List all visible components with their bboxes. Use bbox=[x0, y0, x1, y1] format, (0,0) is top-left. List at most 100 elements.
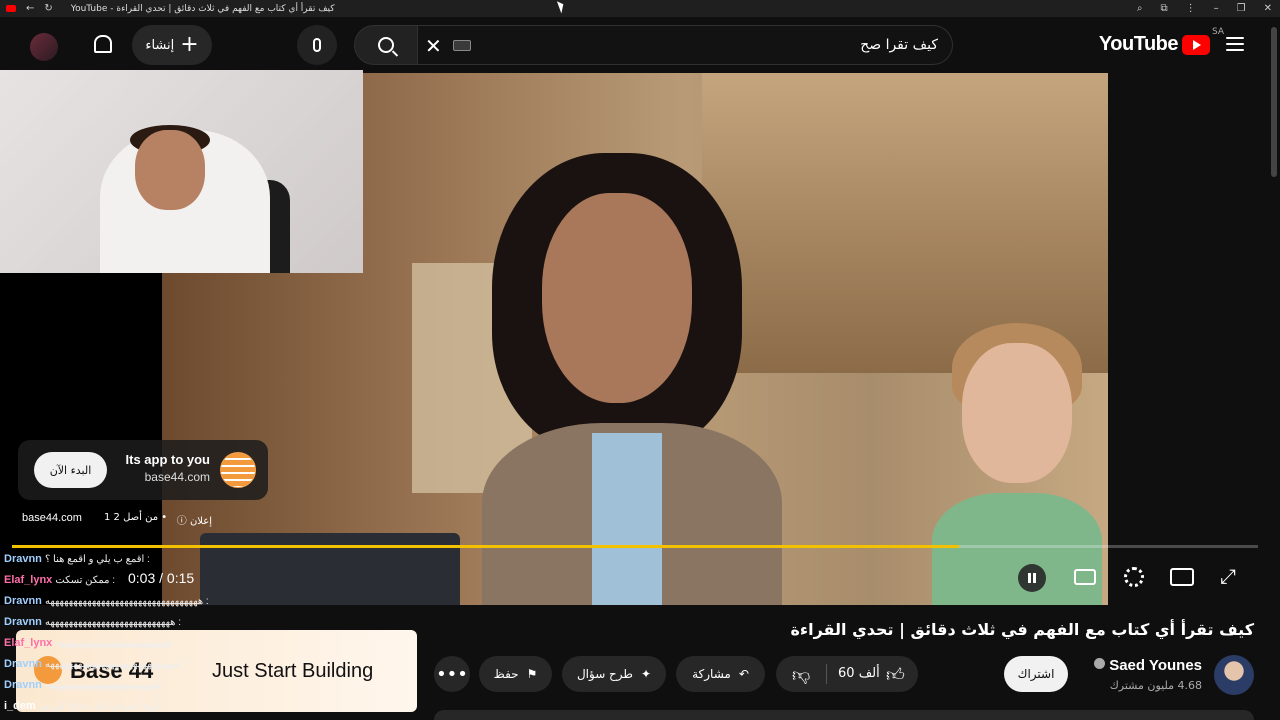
more-actions-icon[interactable]: ••• bbox=[434, 656, 470, 692]
chat-message: Elaf_lynx ممكن تسكت : bbox=[4, 574, 115, 586]
mic-icon bbox=[313, 38, 321, 52]
browser-titlebar: ← ↻ YouTube - كيف تقرأ أي كتاب مع الفهم … bbox=[0, 0, 1280, 17]
chat-username: Dravnn bbox=[4, 616, 45, 628]
video-title: كيف تقرأ أي كتاب مع الفهم في ثلاث دقائق … bbox=[790, 620, 1254, 639]
minimize-icon[interactable]: – bbox=[1214, 3, 1219, 14]
ad-info-bar: base44.com 1 من أصل 2 • ⓘ إعلان bbox=[22, 512, 212, 530]
chat-message: Dravnn ههههههههههههههههههههههههههههه : bbox=[4, 658, 186, 670]
chat-text: اقمع ب يلي و اقمع هنا ؟ : bbox=[44, 554, 150, 565]
chat-message: Dravnn اقمع ب يلي و اقمع هنا ؟ : bbox=[4, 553, 150, 565]
channel-name-text: Saed Younes bbox=[1109, 657, 1202, 674]
share-icon: ↶ bbox=[738, 667, 749, 681]
share-button[interactable]: مشاركة ↶ bbox=[676, 656, 765, 692]
extensions-icon[interactable]: ⧉ bbox=[1161, 3, 1168, 14]
bookmark-icon: ⚑ bbox=[526, 667, 538, 681]
chat-username: Dravnn bbox=[4, 595, 45, 607]
search-icon bbox=[378, 37, 394, 53]
progress-fill bbox=[12, 545, 959, 548]
youtube-play-icon bbox=[1182, 34, 1210, 55]
chat-username: Elaf_lynx bbox=[4, 637, 56, 649]
ad-pause-icon[interactable] bbox=[1018, 564, 1046, 592]
chat-message: Dravnn هههههههههههههههههههههههههههه : bbox=[4, 616, 181, 628]
chat-username: Dravnn bbox=[4, 679, 45, 691]
fullscreen-icon[interactable]: ⤢ bbox=[1220, 566, 1240, 588]
chat-username: i_dem bbox=[4, 700, 39, 712]
description-box[interactable] bbox=[434, 710, 1254, 720]
chat-message: i_dem ايوه اعتراف انك تحتاج كورس : bbox=[4, 700, 165, 712]
chat-text: ههههههههههههههههههههههههه : bbox=[55, 638, 178, 649]
more-icon[interactable]: ⋮ bbox=[1186, 3, 1196, 14]
stream-chat-overlay: Dravnn اقمع ب يلي و اقمع هنا ؟ : Elaf_lyn… bbox=[4, 553, 424, 720]
tab-title[interactable]: YouTube - كيف تقرأ أي كتاب مع الفهم في ث… bbox=[71, 4, 335, 14]
ad-logo-icon bbox=[220, 452, 256, 488]
create-button[interactable]: إنشاء + bbox=[132, 25, 212, 65]
chat-message: Dravnn ههههههههههههههههههههههههه : bbox=[4, 679, 167, 691]
reload-icon[interactable]: ↻ bbox=[44, 3, 52, 14]
search-button[interactable] bbox=[354, 25, 418, 65]
chat-text: ممكن تسكت : bbox=[55, 575, 116, 586]
youtube-header: YouTube SA ✕ إنشاء + bbox=[0, 17, 1280, 73]
player-controls-right: ⤢ bbox=[1010, 558, 1246, 598]
maximize-icon[interactable]: ❐ bbox=[1237, 3, 1246, 14]
time-display: 0:03 / 0:15 bbox=[128, 570, 195, 586]
ad-info-domain[interactable]: base44.com bbox=[22, 512, 82, 524]
ask-label: طرح سؤال bbox=[576, 667, 633, 681]
channel-name[interactable]: Saed Younes bbox=[1094, 657, 1202, 674]
browser-nav: ← ↻ YouTube - كيف تقرأ أي كتاب مع الفهم … bbox=[0, 3, 335, 14]
chat-text: هههههههههههههههههههههههههههه : bbox=[44, 617, 182, 628]
chat-username: Elaf_lynx bbox=[4, 574, 56, 586]
chat-message: Elaf_lynx ههههههههههههههههههههههههه : bbox=[4, 637, 178, 649]
save-button[interactable]: حفظ ⚑ bbox=[479, 656, 552, 692]
plus-icon: + bbox=[180, 32, 199, 57]
ask-button[interactable]: طرح سؤال ✦ bbox=[562, 656, 666, 692]
info-icon: ⓘ bbox=[176, 516, 190, 527]
youtube-logo[interactable]: YouTube SA bbox=[1098, 27, 1224, 56]
clear-search-icon[interactable]: ✕ bbox=[425, 34, 442, 58]
search-input[interactable] bbox=[518, 26, 938, 64]
save-label: حفظ bbox=[493, 667, 519, 681]
ad-texts: Its app to you base44.com bbox=[126, 452, 211, 484]
account-avatar[interactable] bbox=[30, 33, 58, 61]
logo-text: YouTube bbox=[1098, 33, 1179, 55]
ad-cta-button[interactable]: البدء الآن bbox=[34, 452, 107, 488]
ad-title: Its app to you bbox=[125, 452, 211, 467]
sparkle-icon: ✦ bbox=[640, 667, 652, 681]
keyboard-icon[interactable] bbox=[453, 40, 471, 51]
like-divider bbox=[826, 664, 827, 684]
like-dislike-group: 👎︎ 60 ألف 👍︎ bbox=[776, 656, 918, 692]
page-scrollbar[interactable] bbox=[1268, 17, 1280, 720]
dislike-icon[interactable]: 👎︎ bbox=[792, 664, 810, 686]
like-icon[interactable]: 👍︎ bbox=[886, 664, 905, 686]
ad-count: 1 من أصل 2 • bbox=[104, 512, 168, 523]
youtube-favicon-icon bbox=[6, 5, 16, 12]
zoom-icon[interactable]: ⌕ bbox=[1137, 3, 1143, 14]
region-code: SA bbox=[1211, 27, 1224, 37]
verified-icon bbox=[1094, 658, 1106, 669]
hamburger-menu-icon[interactable] bbox=[1226, 37, 1244, 51]
subtitles-icon[interactable] bbox=[1074, 569, 1096, 585]
create-label: إنشاء bbox=[145, 37, 175, 53]
scrollbar-thumb[interactable] bbox=[1271, 27, 1277, 177]
notifications-bell-icon[interactable] bbox=[94, 35, 112, 53]
search-box: ✕ bbox=[416, 25, 953, 65]
close-icon[interactable]: ✕ bbox=[1264, 3, 1272, 14]
voice-search-button[interactable] bbox=[297, 25, 337, 65]
ad-label[interactable]: ⓘ إعلان bbox=[177, 512, 212, 527]
chat-username: Dravnn bbox=[4, 658, 45, 670]
back-icon[interactable]: ← bbox=[26, 3, 34, 14]
like-count[interactable]: 60 ألف bbox=[838, 666, 880, 681]
chat-message: Dravnn ههههههههههههههههههههههههههههههههه… bbox=[4, 595, 209, 607]
streamer-webcam-overlay bbox=[0, 70, 363, 273]
ad-label-text: إعلان bbox=[189, 516, 212, 527]
progress-bar[interactable] bbox=[12, 545, 1258, 548]
settings-gear-icon[interactable] bbox=[1124, 567, 1144, 587]
subscriber-count: 4.68 مليون مشترك bbox=[1109, 679, 1202, 692]
subscribe-button[interactable]: اشتراك bbox=[1004, 656, 1068, 692]
ad-overlay-card[interactable]: البدء الآن Its app to you base44.com bbox=[18, 440, 268, 500]
chat-text: هههههههههههههههههههههههههههههههههه : bbox=[44, 596, 209, 607]
channel-avatar[interactable] bbox=[1214, 655, 1254, 695]
share-label: مشاركة bbox=[692, 667, 731, 681]
theater-mode-icon[interactable] bbox=[1170, 568, 1194, 586]
chat-text: ههههههههههههههههههههههههه : bbox=[44, 680, 168, 691]
chat-username: Dravnn bbox=[4, 553, 45, 565]
